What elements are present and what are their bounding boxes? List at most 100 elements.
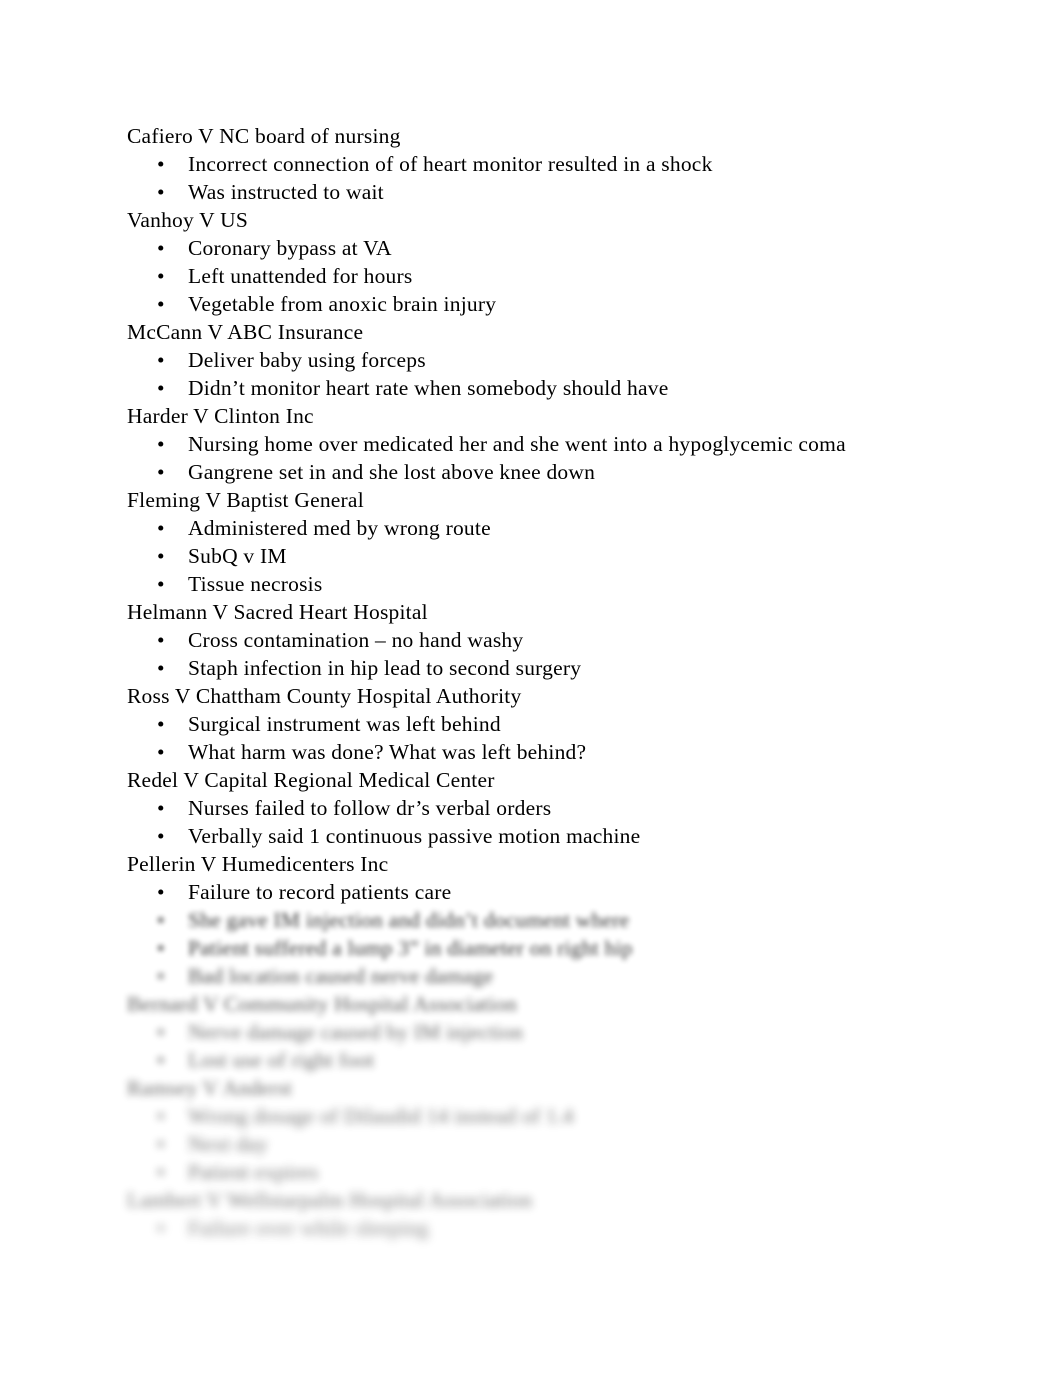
case-bullet-list: • Administered med by wrong route • SubQ v…	[127, 514, 987, 598]
list-item: • Nurses failed to follow dr’s verbal ord…	[127, 794, 987, 822]
list-item-text: Tissue necrosis	[188, 572, 323, 596]
list-item: • Cross contamination – no hand washy	[127, 626, 987, 654]
list-item: • Deliver baby using forceps	[127, 346, 987, 374]
bullet-icon: •	[157, 656, 165, 680]
list-item: • Didn’t monitor heart rate when somebody…	[127, 374, 987, 402]
bullet-icon: •	[157, 292, 165, 316]
case-bullet-list: • Deliver baby using forceps • Didn’t moni…	[127, 346, 987, 402]
list-item-text: Deliver baby using forceps	[188, 348, 426, 372]
list-item-text: Patient suffered a lump 3” in diameter o…	[188, 936, 633, 960]
case-bullet-list: • Nerve damage caused by IM injection • Lo…	[127, 1018, 987, 1074]
case-block: Pellerin V Humedicenters Inc • Failure to…	[127, 850, 987, 990]
list-item: • Verbally said 1 continuous passive moti…	[127, 822, 987, 850]
case-block: Helmann V Sacred Heart Hospital • Cross c…	[127, 598, 987, 682]
list-item: • Nursing home over medicated her and she…	[127, 430, 987, 458]
list-item: • Nerve damage caused by IM injection	[127, 1018, 987, 1046]
document-body: Cafiero V NC board of nursing • Incorrect…	[127, 122, 987, 1242]
list-item-text: Nurses failed to follow dr’s verbal orde…	[188, 796, 552, 820]
list-item: • Bad location caused nerve damage	[127, 962, 987, 990]
case-heading: Redel V Capital Regional Medical Center	[127, 768, 495, 792]
bullet-icon: •	[157, 1216, 165, 1240]
list-item: • She gave IM injection and didn’t docume…	[127, 906, 987, 934]
bullet-icon: •	[157, 1048, 165, 1072]
bullet-icon: •	[157, 936, 165, 960]
list-item-text: Left unattended for hours	[188, 264, 413, 288]
case-block: Fleming V Baptist General • Administered …	[127, 486, 987, 598]
case-block: McCann V ABC Insurance • Deliver baby usi…	[127, 318, 987, 402]
list-item-text: What harm was done? What was left behind…	[188, 740, 587, 764]
list-item-text: Verbally said 1 continuous passive motio…	[188, 824, 641, 848]
list-item-text: Staph infection in hip lead to second su…	[188, 656, 582, 680]
list-item: • Wrong dosage of Dilaudid 14 instead of …	[127, 1102, 987, 1130]
bullet-icon: •	[157, 1104, 165, 1128]
list-item-text: Lost use of right foot	[188, 1048, 375, 1072]
list-item-text: Didn’t monitor heart rate when somebody …	[188, 376, 669, 400]
case-bullet-list: • Coronary bypass at VA • Left unattended …	[127, 234, 987, 318]
bullet-icon: •	[157, 152, 165, 176]
list-item-text: Cross contamination – no hand washy	[188, 628, 524, 652]
bullet-icon: •	[157, 516, 165, 540]
list-item: • Left unattended for hours	[127, 262, 987, 290]
bullet-icon: •	[157, 264, 165, 288]
case-block: Cafiero V NC board of nursing • Incorrect…	[127, 122, 987, 206]
list-item-text: Failure to record patients care	[188, 880, 452, 904]
list-item: • Surgical instrument was left behind	[127, 710, 987, 738]
bullet-icon: •	[157, 740, 165, 764]
list-item: • Failure to record patients care	[127, 878, 987, 906]
case-heading: Harder V Clinton Inc	[127, 404, 314, 428]
case-heading: Vanhoy V US	[127, 208, 249, 232]
list-item-text: Bad location caused nerve damage	[188, 964, 494, 988]
document-page: Cafiero V NC board of nursing • Incorrect…	[0, 0, 1062, 1377]
case-block: Bernard V Community Hospital Association…	[127, 990, 987, 1074]
bullet-icon: •	[157, 376, 165, 400]
case-block: Harder V Clinton Inc • Nursing home over …	[127, 402, 987, 486]
case-heading: Fleming V Baptist General	[127, 488, 364, 512]
case-heading: Cafiero V NC board of nursing	[127, 124, 401, 148]
bullet-icon: •	[157, 460, 165, 484]
bullet-icon: •	[157, 1132, 165, 1156]
list-item-text: Nerve damage caused by IM injection	[188, 1020, 524, 1044]
list-item: • SubQ v IM	[127, 542, 987, 570]
case-heading: Ramsey V Anderst	[127, 1076, 293, 1100]
case-block: Ross V Chattham County Hospital Authorit…	[127, 682, 987, 766]
list-item: • Staph infection in hip lead to second s…	[127, 654, 987, 682]
list-item-text: Surgical instrument was left behind	[188, 712, 501, 736]
case-bullet-list: • Incorrect connection of of heart monito…	[127, 150, 987, 206]
bullet-icon: •	[157, 628, 165, 652]
case-heading: Bernard V Community Hospital Association	[127, 992, 518, 1016]
list-item: • Gangrene set in and she lost above knee…	[127, 458, 987, 486]
list-item: • What harm was done? What was left behin…	[127, 738, 987, 766]
list-item-text: Coronary bypass at VA	[188, 236, 392, 260]
list-item-text: Vegetable from anoxic brain injury	[188, 292, 497, 316]
list-item: • Patient expires	[127, 1158, 987, 1186]
list-item-text: Administered med by wrong route	[188, 516, 491, 540]
bullet-icon: •	[157, 796, 165, 820]
case-block: Redel V Capital Regional Medical Center …	[127, 766, 987, 850]
list-item-text: Nursing home over medicated her and she …	[188, 432, 846, 456]
list-item: • Failure over while sleeping	[127, 1214, 987, 1242]
list-item-text: Incorrect connection of of heart monitor…	[188, 152, 713, 176]
list-item-text: SubQ v IM	[188, 544, 287, 568]
bullet-icon: •	[157, 712, 165, 736]
list-item: • Was instructed to wait	[127, 178, 987, 206]
case-bullet-list: • Cross contamination – no hand washy • St…	[127, 626, 987, 682]
bullet-icon: •	[157, 180, 165, 204]
case-bullet-list: • Failure to record patients care • She ga…	[127, 878, 987, 990]
list-item: • Tissue necrosis	[127, 570, 987, 598]
case-bullet-list: • Wrong dosage of Dilaudid 14 instead of …	[127, 1102, 987, 1186]
bullet-icon: •	[157, 572, 165, 596]
case-block: Ramsey V Anderst • Wrong dosage of Dilaud…	[127, 1074, 987, 1186]
bullet-icon: •	[157, 236, 165, 260]
bullet-icon: •	[157, 348, 165, 372]
case-block: Vanhoy V US • Coronary bypass at VA • Left…	[127, 206, 987, 318]
list-item: • Coronary bypass at VA	[127, 234, 987, 262]
list-item-text: Patient expires	[188, 1160, 319, 1184]
bullet-icon: •	[157, 432, 165, 456]
case-heading: McCann V ABC Insurance	[127, 320, 364, 344]
case-bullet-list: • Failure over while sleeping	[127, 1214, 987, 1242]
bullet-icon: •	[157, 1160, 165, 1184]
case-heading: Ross V Chattham County Hospital Authorit…	[127, 684, 522, 708]
bullet-icon: •	[157, 908, 165, 932]
case-heading: Lambert V Wellstarpalm Hospital Associat…	[127, 1188, 533, 1212]
list-item-text: Failure over while sleeping	[188, 1216, 429, 1240]
